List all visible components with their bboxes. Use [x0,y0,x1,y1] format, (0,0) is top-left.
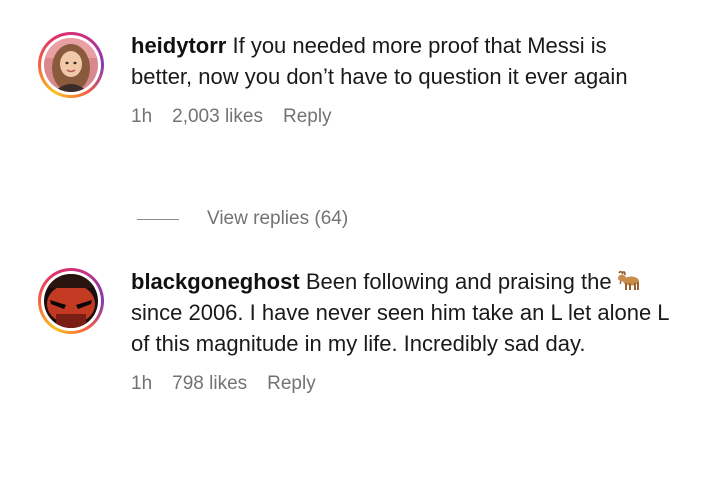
avatar-frame [41,35,101,95]
timestamp: 1h [131,106,153,127]
comment-meta: 1h 2,003 likes Reply [131,106,671,128]
comment-message-end: since 2006. I have never seen him take a… [131,300,669,356]
username-link[interactable]: blackgoneghost [131,269,300,294]
comment-text: heidytorr If you needed more proof that … [131,30,671,92]
reply-button[interactable]: Reply [283,106,332,128]
profile-photo [44,38,98,92]
likes-count[interactable]: 798 likes [172,373,247,395]
comment-body: blackgoneghost Been following and praisi… [131,266,671,395]
avatar-frame [41,271,101,331]
comment-body: heidytorr If you needed more proof that … [131,30,671,128]
replies-divider [137,218,179,220]
avatar[interactable] [38,32,104,98]
view-replies-button[interactable]: View replies (64) [137,208,348,230]
view-replies-label: View replies (64) [207,208,349,229]
avatar[interactable] [38,268,104,334]
comment-message-start: Been following and praising the [305,269,612,294]
comment-text: blackgoneghost Been following and praisi… [131,266,671,359]
goat-emoji-icon [616,269,642,291]
likes-count[interactable]: 2,003 likes [172,106,263,128]
timestamp: 1h [131,373,153,394]
comment-meta: 1h 798 likes Reply [131,373,671,395]
reply-button[interactable]: Reply [267,373,316,395]
username-link[interactable]: heidytorr [131,33,226,58]
profile-photo [44,274,98,328]
